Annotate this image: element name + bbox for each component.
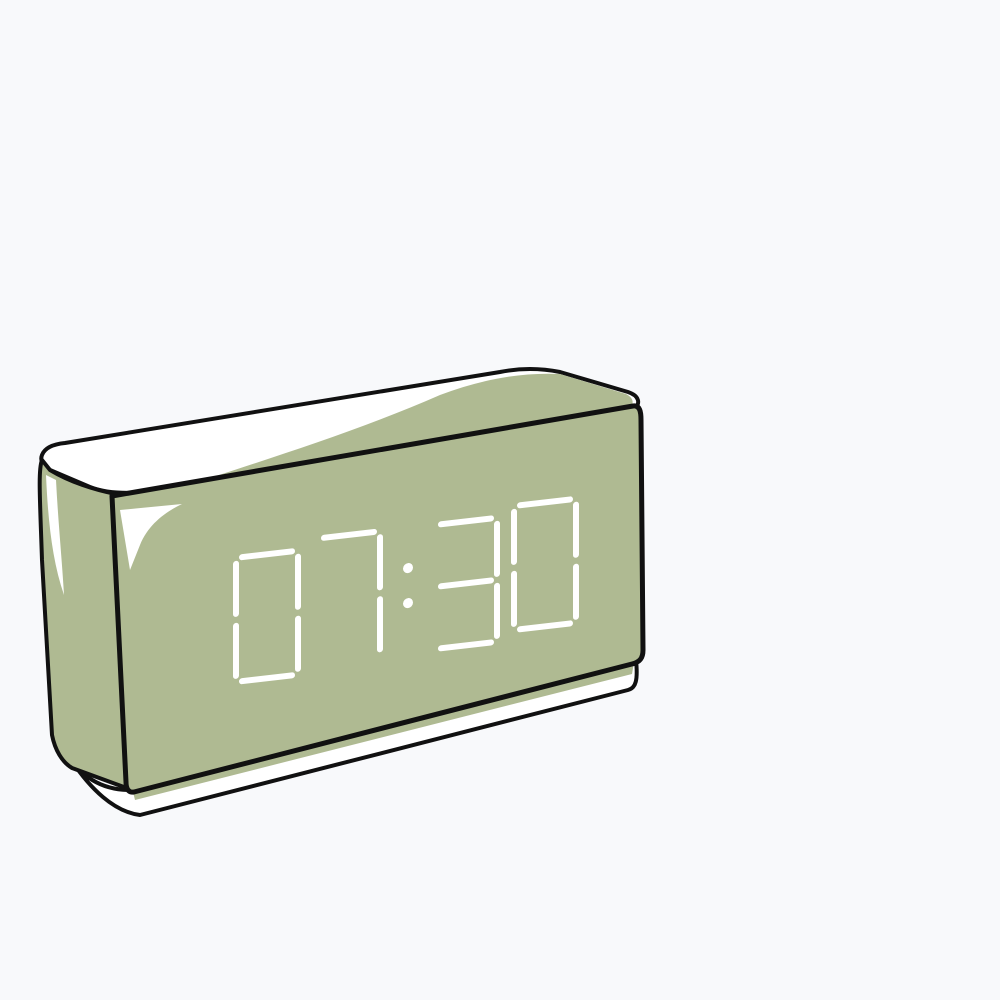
illustration-canvas <box>0 0 1000 1000</box>
alarm-clock-illustration <box>37 367 646 817</box>
